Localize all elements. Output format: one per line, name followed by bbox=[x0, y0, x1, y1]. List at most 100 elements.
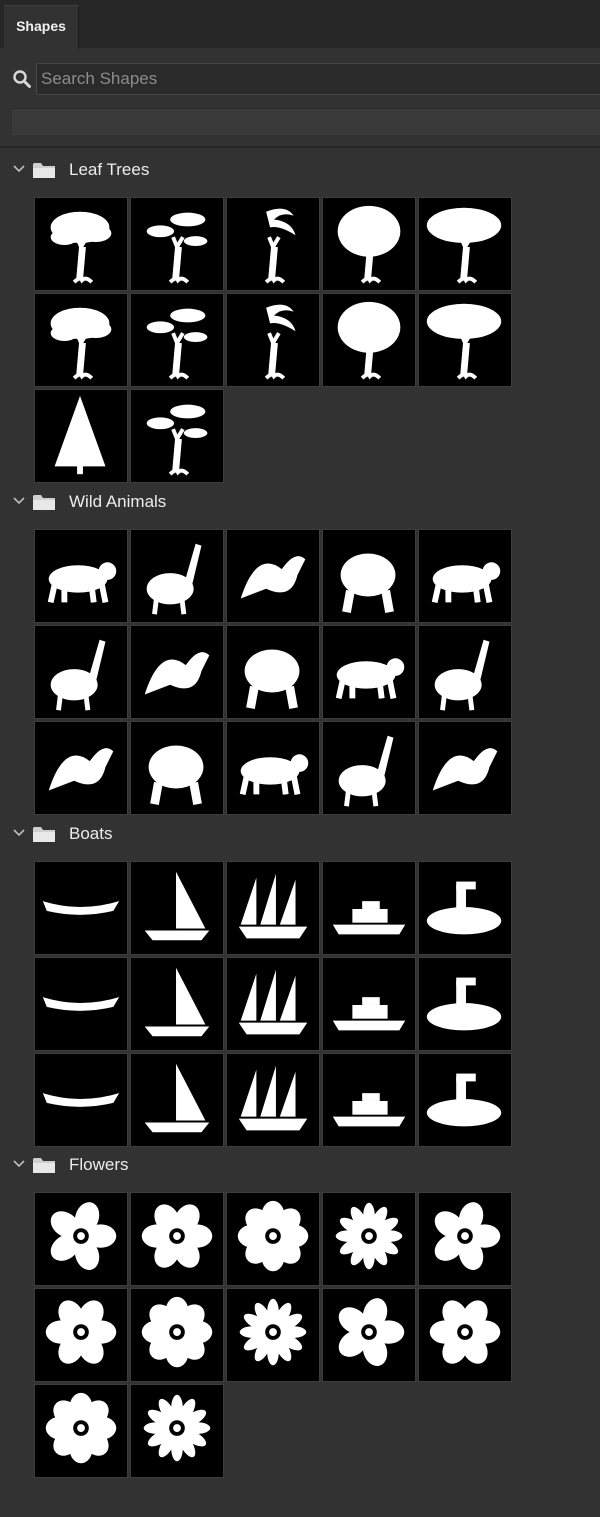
divider bbox=[0, 146, 600, 148]
shape-thumbnail-kayak[interactable] bbox=[34, 957, 128, 1051]
group-name: Wild Animals bbox=[69, 492, 167, 511]
folder-icon bbox=[33, 495, 55, 510]
shape-thumbnail-galleon[interactable] bbox=[226, 861, 320, 955]
flower-stem-icon bbox=[141, 1204, 213, 1268]
shape-thumbnail-life-raft[interactable] bbox=[130, 861, 224, 955]
group-header[interactable]: Leaf Trees bbox=[0, 152, 600, 188]
shape-group: Leaf Trees bbox=[0, 152, 600, 483]
chevron-down-icon[interactable] bbox=[13, 828, 25, 838]
shape-thumbnail-sailboat[interactable] bbox=[418, 861, 512, 955]
group-header[interactable]: Flowers bbox=[0, 1147, 600, 1183]
bonsai-tree-icon bbox=[146, 212, 208, 284]
shape-thumbnail-rhinoceros[interactable] bbox=[226, 529, 320, 623]
ostrich-icon bbox=[340, 553, 396, 614]
shape-thumbnail-acacia-tree[interactable] bbox=[34, 197, 128, 291]
shape-thumbnail-mole[interactable] bbox=[130, 625, 224, 719]
shape-thumbnail-spreading-tree[interactable] bbox=[322, 293, 416, 387]
shape-group: Boats bbox=[0, 816, 600, 1147]
hibiscus-icon bbox=[429, 1300, 501, 1364]
elk-icon bbox=[432, 748, 498, 791]
search-row bbox=[0, 60, 600, 98]
curled-lily-icon bbox=[45, 1300, 117, 1364]
shape-thumbnail-frigate[interactable] bbox=[322, 1053, 416, 1147]
shape-thumbnail-cruise-ship[interactable] bbox=[34, 1053, 128, 1147]
shape-thumbnail-pirate-ship[interactable] bbox=[130, 1053, 224, 1147]
shape-thumbnail-leaping-deer[interactable] bbox=[34, 721, 128, 815]
racing-yacht-icon bbox=[332, 997, 406, 1031]
shape-thumbnail-lotus[interactable] bbox=[226, 1288, 320, 1382]
shape-thumbnail-bonsai-tree[interactable] bbox=[130, 197, 224, 291]
submarine-icon bbox=[426, 1073, 502, 1127]
shape-thumbnail-lily-sprig[interactable] bbox=[322, 1192, 416, 1286]
shape-thumbnail-camel[interactable] bbox=[34, 625, 128, 719]
shape-thumbnail-rowboat[interactable] bbox=[322, 861, 416, 955]
leaning-palm-tree-icon bbox=[264, 208, 296, 284]
shape-thumbnail-sloop[interactable] bbox=[226, 957, 320, 1051]
shape-thumbnail-tiger[interactable] bbox=[34, 529, 128, 623]
pirate-ship-icon bbox=[144, 1063, 210, 1133]
fuchsia-sprig-icon bbox=[141, 1296, 213, 1368]
life-raft-icon bbox=[144, 871, 210, 941]
elephant-icon bbox=[148, 745, 204, 806]
shape-thumbnail-rose[interactable] bbox=[322, 1288, 416, 1382]
shape-thumbnail-fuchsia-sprig[interactable] bbox=[130, 1288, 224, 1382]
shape-thumbnail-tall-ship[interactable] bbox=[418, 957, 512, 1051]
sailboat-icon bbox=[426, 881, 502, 935]
search-icon bbox=[13, 70, 31, 88]
thumbnail-size-bar[interactable] bbox=[12, 108, 600, 135]
lion-icon bbox=[146, 543, 202, 615]
shape-thumbnail-cheetah[interactable] bbox=[226, 721, 320, 815]
shape-thumbnail-flower-cluster[interactable] bbox=[226, 1192, 320, 1286]
shape-thumbnail-hibiscus[interactable] bbox=[418, 1288, 512, 1382]
shape-thumbnail-leaning-palm-tree[interactable] bbox=[226, 197, 320, 291]
kangaroo-icon bbox=[335, 658, 405, 700]
shape-thumbnail-large-oak-tree[interactable] bbox=[226, 293, 320, 387]
cruise-ship-icon bbox=[42, 1093, 120, 1107]
shape-thumbnail-elephant[interactable] bbox=[130, 721, 224, 815]
shape-thumbnail-flower-stem[interactable] bbox=[130, 1192, 224, 1286]
shape-thumbnail-round-tree[interactable] bbox=[322, 197, 416, 291]
shape-thumbnail-lion[interactable] bbox=[130, 529, 224, 623]
shape-thumbnail-wolf[interactable] bbox=[418, 529, 512, 623]
shape-thumbnail-ostrich[interactable] bbox=[322, 529, 416, 623]
shape-thumbnail-dahlia[interactable] bbox=[130, 1384, 224, 1478]
chevron-down-icon[interactable] bbox=[13, 496, 25, 506]
shape-thumbnail-clipper-ship[interactable] bbox=[226, 1053, 320, 1147]
pine-tree-icon bbox=[54, 395, 106, 475]
sloop-icon bbox=[238, 969, 308, 1035]
five-petal-flower-icon bbox=[434, 1202, 501, 1270]
shape-thumbnail-elk[interactable] bbox=[418, 721, 512, 815]
shape-thumbnail-gorilla[interactable] bbox=[418, 625, 512, 719]
chevron-down-icon[interactable] bbox=[13, 164, 25, 174]
chevron-down-icon[interactable] bbox=[13, 1159, 25, 1169]
lotus-icon bbox=[239, 1298, 307, 1366]
shape-thumbnail-baobab-tree[interactable] bbox=[418, 197, 512, 291]
shape-thumbnail-schooner[interactable] bbox=[130, 957, 224, 1051]
camel-icon bbox=[50, 639, 106, 711]
shape-thumbnail-giraffe[interactable] bbox=[226, 625, 320, 719]
shape-thumbnail-daisy-bouquet[interactable] bbox=[34, 1192, 128, 1286]
shape-thumbnail-kangaroo[interactable] bbox=[322, 625, 416, 719]
shape-thumbnail-racing-yacht[interactable] bbox=[322, 957, 416, 1051]
group-name: Boats bbox=[69, 824, 113, 843]
shape-thumbnail-five-petal-flower[interactable] bbox=[418, 1192, 512, 1286]
shape-thumbnail-palm-tree[interactable] bbox=[418, 293, 512, 387]
tab-shapes[interactable]: Shapes bbox=[4, 5, 79, 49]
shape-group: Flowers bbox=[0, 1147, 600, 1478]
shape-thumbnail-chrysanthemum[interactable] bbox=[34, 1384, 128, 1478]
mole-icon bbox=[144, 652, 210, 695]
shape-thumbnail-moose[interactable] bbox=[322, 721, 416, 815]
palm-tree-icon bbox=[426, 303, 502, 380]
group-header[interactable]: Wild Animals bbox=[0, 484, 600, 520]
shape-thumbnail-submarine[interactable] bbox=[418, 1053, 512, 1147]
shape-thumbnail-wispy-tree[interactable] bbox=[34, 293, 128, 387]
shape-thumbnail-bushy-tree[interactable] bbox=[130, 293, 224, 387]
shape-thumbnail-pine-tree[interactable] bbox=[34, 389, 128, 483]
baobab-tree-icon bbox=[426, 207, 502, 284]
search-input[interactable] bbox=[36, 63, 600, 95]
group-header[interactable]: Boats bbox=[0, 816, 600, 852]
flower-cluster-icon bbox=[237, 1200, 309, 1272]
shape-thumbnail-curled-lily[interactable] bbox=[34, 1288, 128, 1382]
shape-thumbnail-bare-tree[interactable] bbox=[130, 389, 224, 483]
shape-thumbnail-canoe[interactable] bbox=[34, 861, 128, 955]
